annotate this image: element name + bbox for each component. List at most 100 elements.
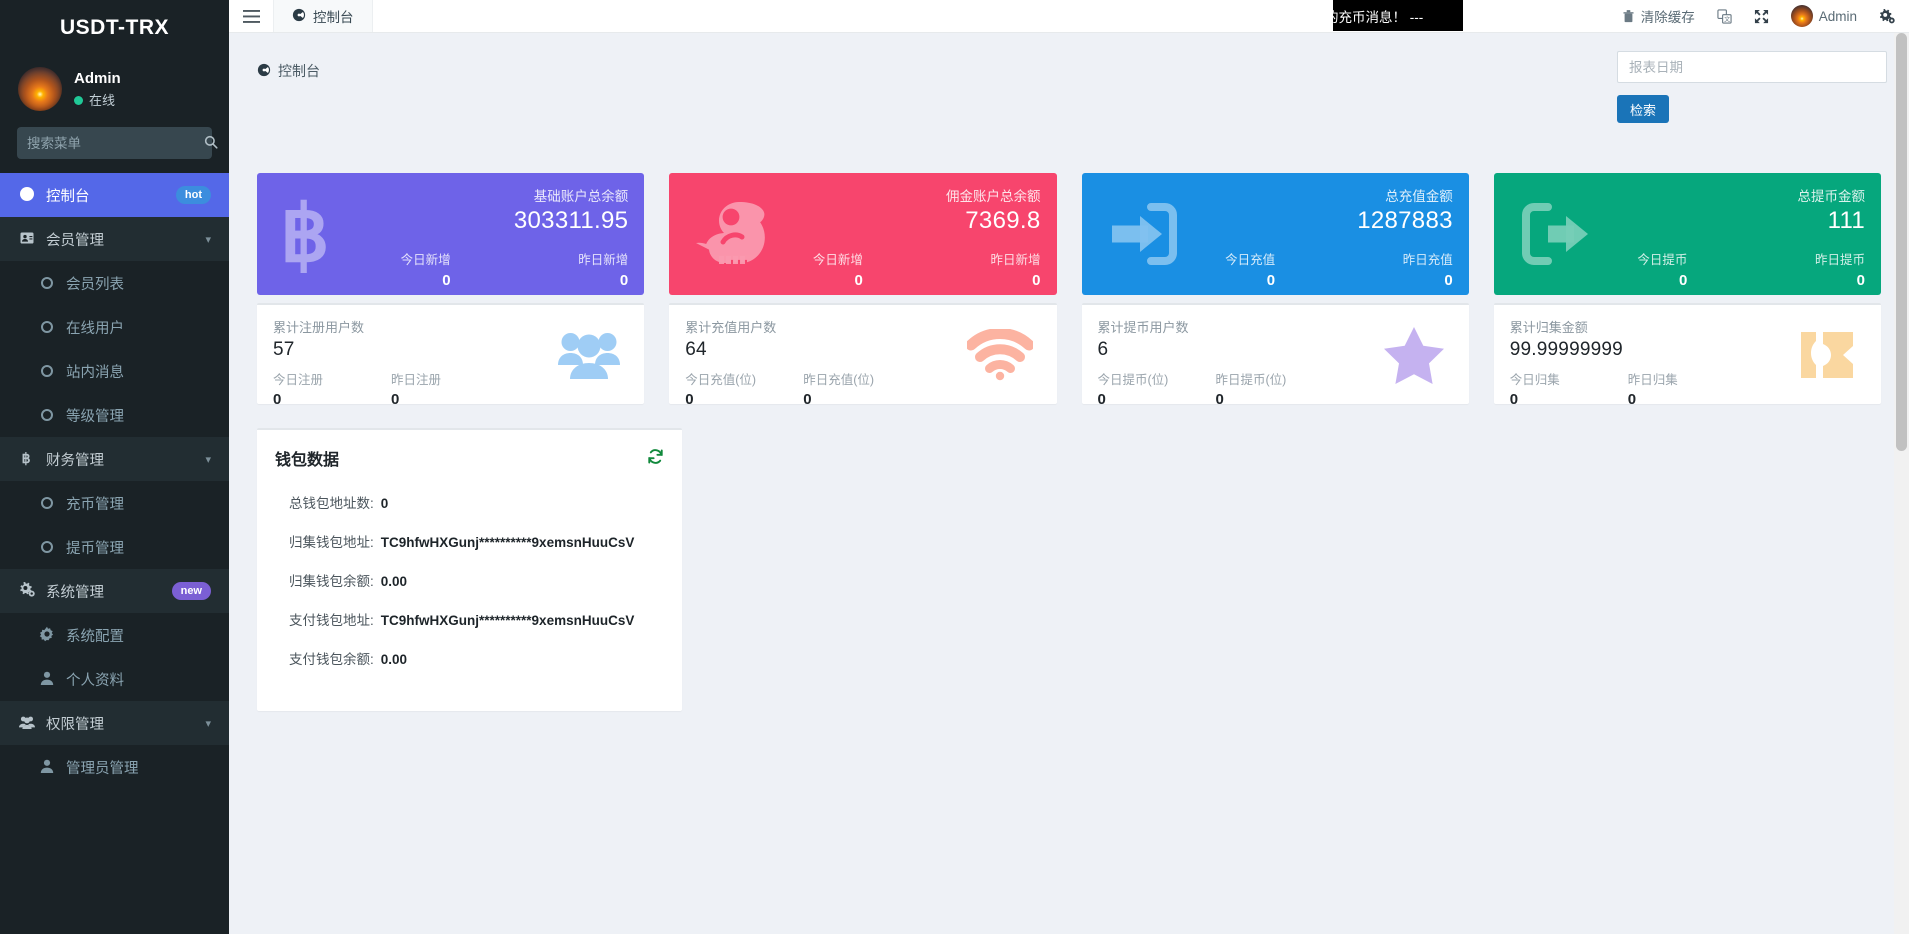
dove-icon [693,196,777,272]
stat-card-sub-label: 昨日新增 [451,249,629,268]
report-date-input[interactable] [1617,51,1887,83]
submenu: 系统配置 个人资料 [0,613,229,701]
wallet-row-label: 归集钱包地址: [289,531,374,551]
count-card-sub-value: 0 [1098,391,1216,408]
count-card-sub-label: 昨日注册 [391,369,509,388]
sidebar-item-label: 充币管理 [66,493,211,514]
marquee-text: 的充币消息！ --- [1333,6,1423,26]
stat-card-sub-1: 昨日新增 0 [451,249,629,289]
sidebar-item-10[interactable]: 系统配置 [20,613,229,657]
sidebar-item-8[interactable]: 提币管理 [20,525,229,569]
count-card-sub-1: 昨日充值(位) 0 [803,369,921,408]
wallet-row-label: 归集钱包余额: [289,570,374,590]
sidebar-item-label: 在线用户 [66,317,211,338]
circle-icon [41,541,53,553]
gear-icon [39,626,55,645]
stat-card-sub-1: 昨日新增 0 [863,249,1041,289]
language-icon[interactable]: 文 [1717,9,1732,24]
wallet-row-value: 0.00 [381,574,407,589]
sidebar-item-label: 管理员管理 [66,757,211,778]
chevron-down-icon: ▾ [205,453,211,466]
sidebar-item-11[interactable]: 个人资料 [20,657,229,701]
count-card-sub-value: 0 [685,391,803,408]
wallet-row-2: 归集钱包余额: 0.00 [289,570,664,590]
user-menu[interactable]: Admin [1791,5,1857,27]
count-card-sub-0: 今日归集 0 [1510,369,1628,408]
wallet-rows: 总钱包地址数: 0 归集钱包地址: TC9hfwHXGunj**********… [275,492,664,668]
count-card-sub-label: 昨日充值(位) [803,369,921,388]
chevron-down-icon: ▾ [205,717,211,730]
sidebar-item-1[interactable]: 会员管理 ▾ [0,217,229,261]
sidebar-item-4[interactable]: 站内消息 [20,349,229,393]
count-card-sub-1: 昨日提币(位) 0 [1216,369,1334,408]
submenu: 充币管理 提币管理 [0,481,229,569]
wallet-row-3: 支付钱包地址: TC9hfwHXGunj**********9xemsnHuuC… [289,609,664,629]
cogs-icon[interactable] [1879,9,1895,24]
count-card-sub-label: 今日归集 [1510,369,1628,388]
wallet-row-value: 0.00 [381,652,407,667]
count-card-2: 累计提币用户数 6 今日提币(位) 0 昨日提币(位) 0 [1082,303,1469,404]
page-scrollbar[interactable] [1894,33,1909,934]
circle-icon [41,277,53,289]
search-input[interactable] [27,136,204,151]
count-card-sub-label: 今日充值(位) [685,369,803,388]
expand-icon[interactable] [1754,9,1769,24]
sidebar-item-7[interactable]: 充币管理 [20,481,229,525]
sidebar-search-wrap [0,121,229,173]
topbar-user-label: Admin [1819,9,1857,24]
sidebar-item-2[interactable]: 会员列表 [20,261,229,305]
count-card-sub-1: 昨日归集 0 [1628,369,1746,408]
refresh-icon[interactable] [647,448,664,468]
sidebar-item-label: 等级管理 [66,405,211,426]
chevron-down-icon: ▾ [205,233,211,246]
bitcoin-icon: ฿ [281,195,353,273]
menu-badge: new [172,582,211,601]
sidebar-item-12[interactable]: 权限管理 ▾ [0,701,229,745]
stat-card-sub-1: 昨日充值 0 [1275,249,1453,289]
count-card-0: 累计注册用户数 57 今日注册 0 昨日注册 0 [257,303,644,404]
stat-card-sub-value: 0 [273,272,451,289]
id-card-icon [19,230,35,249]
topbar: 控制台 的充币消息！ --- 清除缓存 文 [229,0,1909,33]
sidebar: USDT-TRX Admin 在线 [0,0,229,934]
sidebar-item-5[interactable]: 等级管理 [20,393,229,437]
wallet-row-label: 支付钱包地址: [289,609,374,629]
stat-card-0: ฿ 基础账户总余额 303311.95 今日新增 0 昨日新增 0 [257,173,644,295]
count-card-sub-label: 昨日提币(位) [1216,369,1334,388]
circle-icon [41,497,53,509]
breadcrumb: 控制台 [257,61,320,81]
sidebar-item-6[interactable]: ฿ 财务管理 ▾ [0,437,229,481]
sidebar-item-3[interactable]: 在线用户 [20,305,229,349]
wallet-panel-title: 钱包数据 [275,446,339,470]
profile-status-label: 在线 [89,92,115,110]
topbar-avatar [1791,5,1813,27]
search-icon[interactable] [204,135,218,152]
stat-card-sub-value: 0 [1687,272,1865,289]
clear-cache-button[interactable]: 清除缓存 [1622,6,1695,26]
wallet-row-0: 总钱包地址数: 0 [289,492,664,512]
stat-card-sub-value: 0 [451,272,629,289]
count-card-sub-0: 今日提币(位) 0 [1098,369,1216,408]
wallet-row-value: TC9hfwHXGunj**********9xemsnHuuCsV [381,535,635,550]
notification-marquee: 的充币消息！ --- [1333,0,1463,31]
sidebar-item-0[interactable]: 控制台 hot [0,173,229,217]
users-icon [19,714,35,733]
stat-card-1: 佣金账户总余额 7369.8 今日新增 0 昨日新增 0 [669,173,1056,295]
hamburger-icon[interactable] [229,0,273,32]
profile-status: 在线 [74,92,121,110]
chess-icon [1797,328,1857,382]
sidebar-item-9[interactable]: 系统管理 new [0,569,229,613]
sidebar-item-13[interactable]: 管理员管理 [20,745,229,789]
profile-name: Admin [74,69,121,89]
scrollbar-thumb[interactable] [1896,33,1907,451]
circle-icon [41,365,53,377]
star-icon [1383,326,1445,384]
sidebar-search-box[interactable] [17,127,212,159]
tab-dashboard[interactable]: 控制台 [273,0,373,32]
sidebar-item-label: 权限管理 [46,713,195,734]
sidebar-item-label: 会员管理 [46,229,195,250]
wallet-row-label: 支付钱包余额: [289,648,374,668]
wallet-data-panel: 钱包数据 总钱包地址数: 0 归集钱包地址: TC9hfwHXGunj*****… [257,428,682,711]
online-dot-icon [74,96,83,105]
search-button[interactable]: 检索 [1617,95,1669,123]
